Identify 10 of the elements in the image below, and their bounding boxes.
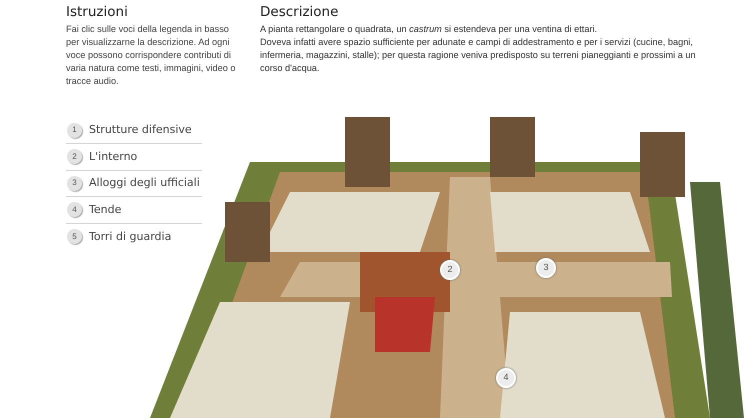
legend-item[interactable]: 4 Tende — [66, 197, 202, 224]
legend-item[interactable]: 2 L'interno — [66, 144, 202, 171]
legend-item[interactable]: 1 Strutture difensive — [66, 118, 202, 144]
legend-item[interactable]: 5 Torri di guardia — [66, 224, 202, 250]
description-paragraph: A pianta rettangolare o quadrata, un castrum si estendeva per una ventina di ettari. — [260, 23, 598, 36]
description-heading: Descrizione — [260, 4, 340, 20]
instructions-heading: Istruzioni — [66, 4, 129, 20]
instructions-text: Fai clic sulle voci della legenda in basso per visualizzarne la descrizione. Ad ogni voce possono corrispondere contributi di varia natura come testi, immagini, video o tracce audio. — [66, 23, 237, 88]
legend-item[interactable]: 3 Alloggi degli ufficiali — [66, 170, 202, 198]
description-paragraph: Doveva infatti avere spazio sufficiente per adunate e campi di addestramento e per i servizi (cucine, bagni, infermeria, magazzini, stalle); per questa ragione veniva predisposto su terreni pianeggianti e prossimi a un corso d'acqua. — [260, 36, 697, 76]
